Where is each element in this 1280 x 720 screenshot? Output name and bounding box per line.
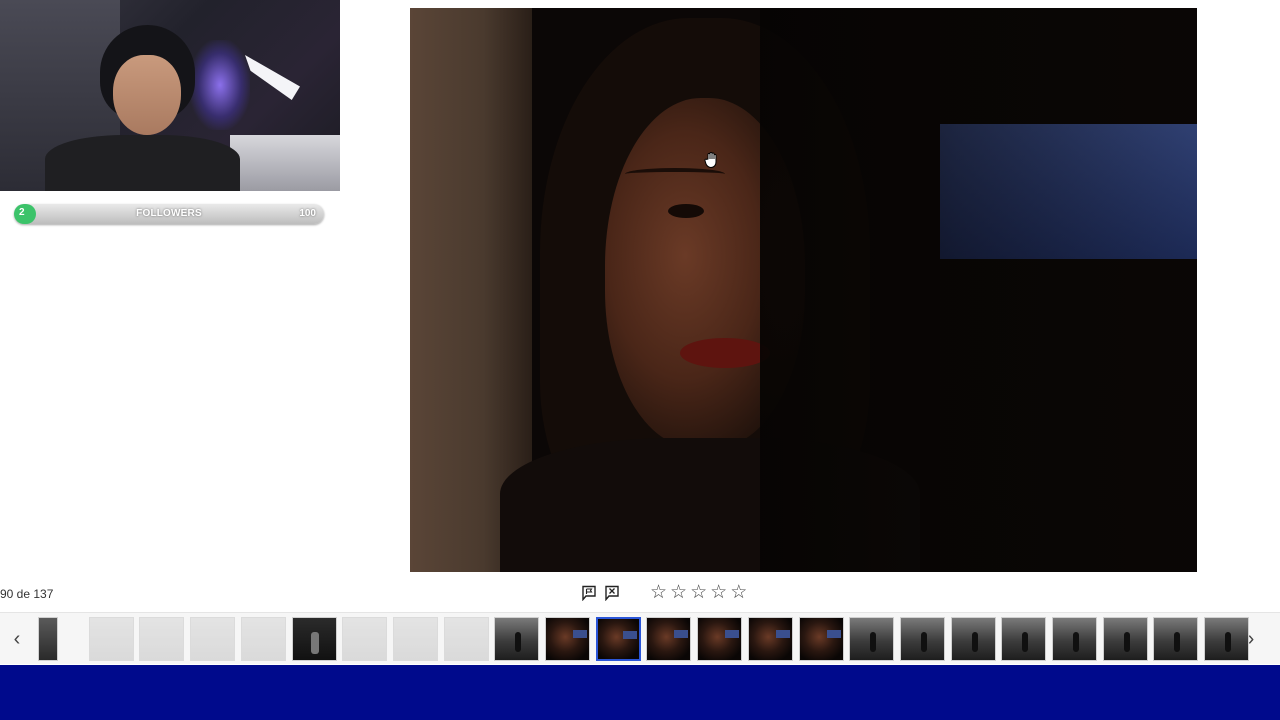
filmstrip-thumbnail[interactable] xyxy=(1153,617,1198,661)
photo-eye xyxy=(668,204,704,218)
star-rating: ☆ ☆ ☆ ☆ ☆ xyxy=(650,582,747,604)
star-1-icon[interactable]: ☆ xyxy=(650,582,667,604)
image-counter: 90 de 137 xyxy=(0,587,54,601)
followers-goal-bar: 2 FOLLOWERS 100 xyxy=(14,204,324,224)
filmstrip-prev-button[interactable]: ‹ xyxy=(2,625,32,653)
star-3-icon[interactable]: ☆ xyxy=(690,582,707,604)
flag-reject-icon xyxy=(605,585,619,601)
filmstrip-thumbnail[interactable] xyxy=(1052,617,1097,661)
webcam-lamp xyxy=(245,55,300,100)
filmstrip-thumbnail[interactable] xyxy=(951,617,996,661)
filmstrip-thumbnail[interactable] xyxy=(38,617,58,661)
webcam-person-body xyxy=(45,135,240,191)
filmstrip-thumbnail[interactable] xyxy=(1204,617,1249,661)
webcam-overlay xyxy=(0,0,340,191)
followers-goal: 100 xyxy=(299,208,316,219)
filmstrip-thumbnail[interactable] xyxy=(1001,617,1046,661)
photo-shadow xyxy=(760,8,1197,572)
filmstrip-thumbnail[interactable] xyxy=(799,617,844,661)
filmstrip-thumbnail[interactable] xyxy=(748,617,793,661)
filmstrip-thumbnail[interactable] xyxy=(292,617,337,661)
photo-lips xyxy=(680,338,770,368)
filmstrip-thumbnail[interactable] xyxy=(444,617,489,661)
filmstrip-thumbnail[interactable] xyxy=(900,617,945,661)
star-2-icon[interactable]: ☆ xyxy=(670,582,687,604)
filmstrip-thumbnail[interactable] xyxy=(646,617,691,661)
flag-pick-icon xyxy=(582,585,596,601)
followers-label: FOLLOWERS xyxy=(136,208,202,219)
webcam-printer xyxy=(230,135,340,191)
filmstrip-thumbnail[interactable] xyxy=(697,617,742,661)
hand-cursor-icon xyxy=(704,152,717,169)
main-photo[interactable] xyxy=(410,8,1197,572)
flag-pick-button[interactable] xyxy=(580,584,598,602)
filmstrip-thumbnail[interactable] xyxy=(89,617,134,661)
filmstrip-thumbnail[interactable] xyxy=(545,617,590,661)
webcam-blue-light xyxy=(190,40,250,130)
webcam-person-face xyxy=(113,55,181,135)
screen: 2 FOLLOWERS 100 90 de 137 ☆ ☆ ☆ ☆ ☆ ‹ › xyxy=(0,0,1280,720)
filmstrip-thumbnail[interactable] xyxy=(139,617,184,661)
star-5-icon[interactable]: ☆ xyxy=(730,582,747,604)
filmstrip-thumbnail-selected[interactable] xyxy=(596,617,641,661)
flag-reject-button[interactable] xyxy=(603,584,621,602)
filmstrip-thumbnail[interactable] xyxy=(494,617,539,661)
filmstrip-thumbnail[interactable] xyxy=(241,617,286,661)
filmstrip-thumbnail[interactable] xyxy=(1103,617,1148,661)
chevron-left-icon: ‹ xyxy=(13,627,21,650)
filmstrip-thumbnail[interactable] xyxy=(393,617,438,661)
filmstrip: ‹ › xyxy=(0,612,1280,664)
bottom-banner xyxy=(0,665,1280,720)
filmstrip-thumbnail[interactable] xyxy=(190,617,235,661)
filmstrip-thumbnail[interactable] xyxy=(849,617,894,661)
photo-brow xyxy=(625,168,725,180)
star-4-icon[interactable]: ☆ xyxy=(710,582,727,604)
filmstrip-thumbnail[interactable] xyxy=(342,617,387,661)
